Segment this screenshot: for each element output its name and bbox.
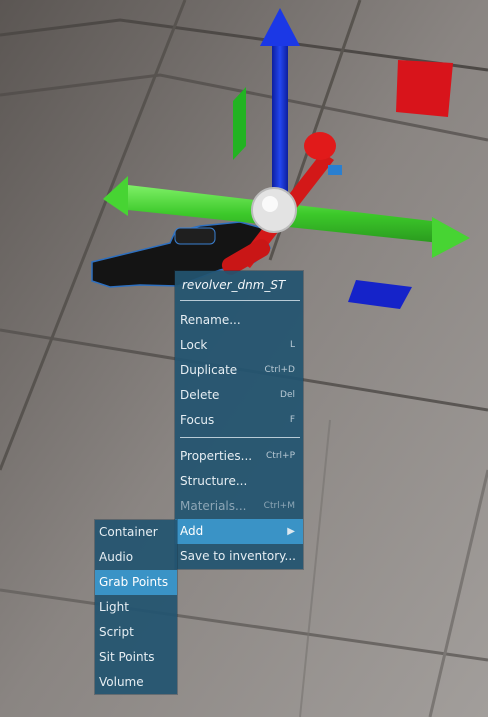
menu-item-label: Properties...: [180, 449, 253, 463]
menu-item-materials: Materials... Ctrl+M: [175, 494, 303, 519]
menu-item-label: Rename...: [180, 313, 241, 327]
xz-plane-handle[interactable]: [396, 60, 453, 117]
menu-item-structure[interactable]: Structure...: [175, 469, 303, 494]
menu-separator: [180, 437, 300, 438]
submenu-arrow-icon: ▶: [287, 526, 295, 537]
menu-item-shortcut: Ctrl+D: [264, 365, 296, 375]
menu-separator: [180, 300, 300, 301]
menu-item-label: Lock: [180, 338, 208, 352]
submenu-item-container[interactable]: Container: [95, 520, 177, 545]
object-context-menu: revolver_dnm_ST Rename... Lock L Duplica…: [175, 271, 303, 569]
menu-item-properties[interactable]: Properties... Ctrl+P: [175, 444, 303, 469]
menu-item-label: Duplicate: [180, 363, 238, 377]
menu-item-rename[interactable]: Rename...: [175, 308, 303, 333]
submenu-item-light[interactable]: Light: [95, 595, 177, 620]
menu-item-label: Structure...: [180, 474, 248, 488]
submenu-item-script[interactable]: Script: [95, 620, 177, 645]
menu-item-focus[interactable]: Focus F: [175, 408, 303, 433]
menu-item-add[interactable]: Add ▶: [175, 519, 303, 544]
submenu-item-volume[interactable]: Volume: [95, 670, 177, 695]
submenu-item-audio[interactable]: Audio: [95, 545, 177, 570]
menu-item-shortcut: Del: [280, 390, 295, 400]
menu-item-label: Materials...: [180, 499, 247, 513]
menu-item-label: Add: [180, 524, 204, 538]
menu-item-delete[interactable]: Delete Del: [175, 383, 303, 408]
menu-item-lock[interactable]: Lock L: [175, 333, 303, 358]
menu-item-label: Save to inventory...: [180, 549, 296, 563]
context-menu-title: revolver_dnm_ST: [182, 278, 286, 292]
menu-item-shortcut: Ctrl+P: [266, 451, 295, 461]
menu-item-duplicate[interactable]: Duplicate Ctrl+D: [175, 358, 303, 383]
menu-item-save-to-inventory[interactable]: Save to inventory...: [175, 544, 303, 569]
submenu-item-grab-points[interactable]: Grab Points: [95, 570, 177, 595]
menu-item-shortcut: Ctrl+M: [263, 501, 295, 511]
add-submenu: Container Audio Grab Points Light Script…: [95, 520, 177, 694]
submenu-item-sit-points[interactable]: Sit Points: [95, 645, 177, 670]
menu-item-label: Delete: [180, 388, 220, 402]
menu-item-label: Focus: [180, 413, 215, 427]
menu-item-shortcut: L: [289, 340, 295, 350]
menu-item-shortcut: F: [289, 415, 295, 425]
